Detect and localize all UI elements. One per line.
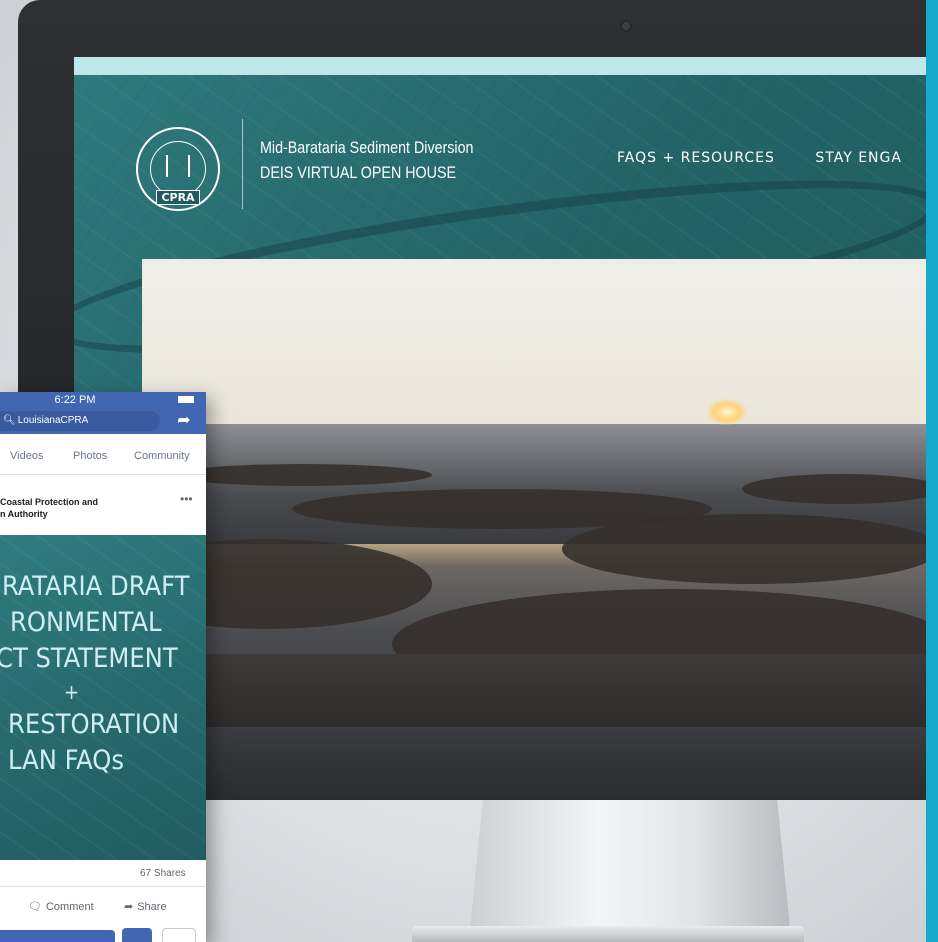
more-button[interactable] bbox=[162, 928, 196, 942]
tabs-divider bbox=[0, 474, 206, 475]
tab-community[interactable]: Community bbox=[134, 450, 190, 462]
share-arrow-icon[interactable]: ➦ bbox=[174, 411, 194, 431]
tab-photos[interactable]: Photos bbox=[73, 450, 107, 462]
phone-facebook-post: 6:22 PM 🔍︎ LouisianaCPRA ➦ Videos Photos … bbox=[0, 392, 206, 942]
monitor-chin bbox=[206, 722, 926, 800]
nav-stay-engaged[interactable]: STAY ENGA bbox=[815, 150, 902, 166]
monitor-stand bbox=[470, 800, 790, 928]
post-author[interactable]: Coastal Protection and n Authority bbox=[0, 496, 180, 520]
nav-faqs-resources[interactable]: FAQS + RESOURCES bbox=[617, 150, 775, 166]
browser-top-strip bbox=[74, 57, 926, 75]
post-line: RATARIA DRAFT bbox=[2, 571, 190, 602]
post-image[interactable]: RATARIA DRAFT RONMENTAL CT STATEMENT + R… bbox=[0, 535, 206, 860]
post-author-line1: Coastal Protection and bbox=[0, 497, 99, 507]
post-line: LAN FAQs bbox=[8, 745, 125, 776]
more-options-icon[interactable]: ••• bbox=[180, 492, 193, 506]
monitor-stand-base bbox=[412, 926, 804, 942]
battery-icon bbox=[178, 396, 194, 403]
share-icon: ➦ bbox=[124, 901, 134, 913]
marsh-island bbox=[742, 474, 926, 504]
post-line: + bbox=[64, 680, 80, 704]
logo-reeds-icon bbox=[166, 155, 190, 177]
accent-band bbox=[926, 0, 938, 942]
site-header: CPRA Mid-Barataria Sediment Diversion DE… bbox=[74, 75, 926, 255]
comment-label: Comment bbox=[45, 901, 94, 913]
messenger-button[interactable] bbox=[122, 928, 152, 942]
hero-sun bbox=[707, 399, 747, 425]
hero-video-marsh-sunset[interactable] bbox=[142, 259, 926, 725]
post-divider bbox=[0, 886, 206, 887]
webcam bbox=[622, 22, 630, 30]
hero-bottom-shadow bbox=[142, 654, 926, 725]
screen-footer bbox=[142, 725, 926, 727]
page-tabs: Videos Photos Community bbox=[0, 450, 206, 466]
status-time: 6:22 PM bbox=[54, 394, 96, 406]
search-icon: 🔍︎ bbox=[3, 415, 16, 426]
post-line: CT STATEMENT bbox=[0, 643, 178, 674]
post-author-line2: n Authority bbox=[0, 509, 48, 519]
comment-icon: 🗨︎ bbox=[28, 901, 42, 913]
share-label: Share bbox=[137, 901, 167, 913]
facebook-top-bar: 🔍︎ LouisianaCPRA ➦ bbox=[0, 408, 206, 434]
marsh-island bbox=[562, 514, 926, 584]
cta-button[interactable] bbox=[0, 930, 115, 942]
post-line: RESTORATION bbox=[8, 709, 180, 740]
share-count: 67 Shares bbox=[140, 868, 186, 879]
main-nav: FAQS + RESOURCES STAY ENGA bbox=[617, 149, 926, 167]
share-button[interactable]: ➦ Share bbox=[124, 900, 167, 913]
phone-status-bar: 6:22 PM bbox=[0, 392, 206, 408]
site-title-sub: DEIS VIRTUAL OPEN HOUSE bbox=[260, 163, 457, 182]
marsh-island bbox=[172, 464, 432, 486]
cpra-logo[interactable]: CPRA bbox=[136, 127, 220, 211]
logo-divider bbox=[242, 119, 243, 209]
tab-videos[interactable]: Videos bbox=[10, 450, 43, 462]
search-input[interactable]: 🔍︎ LouisianaCPRA bbox=[0, 411, 160, 431]
search-text: LouisianaCPRA bbox=[17, 415, 89, 426]
comment-button[interactable]: 🗨︎ Comment bbox=[28, 900, 94, 913]
post-line: RONMENTAL bbox=[10, 607, 162, 638]
site-title-main: Mid-Barataria Sediment Diversion bbox=[260, 138, 474, 157]
logo-text: CPRA bbox=[156, 190, 200, 205]
post-image-text: RATARIA DRAFT RONMENTAL CT STATEMENT + R… bbox=[0, 569, 206, 779]
site-title[interactable]: Mid-Barataria Sediment Diversion DEIS VI… bbox=[260, 135, 473, 185]
